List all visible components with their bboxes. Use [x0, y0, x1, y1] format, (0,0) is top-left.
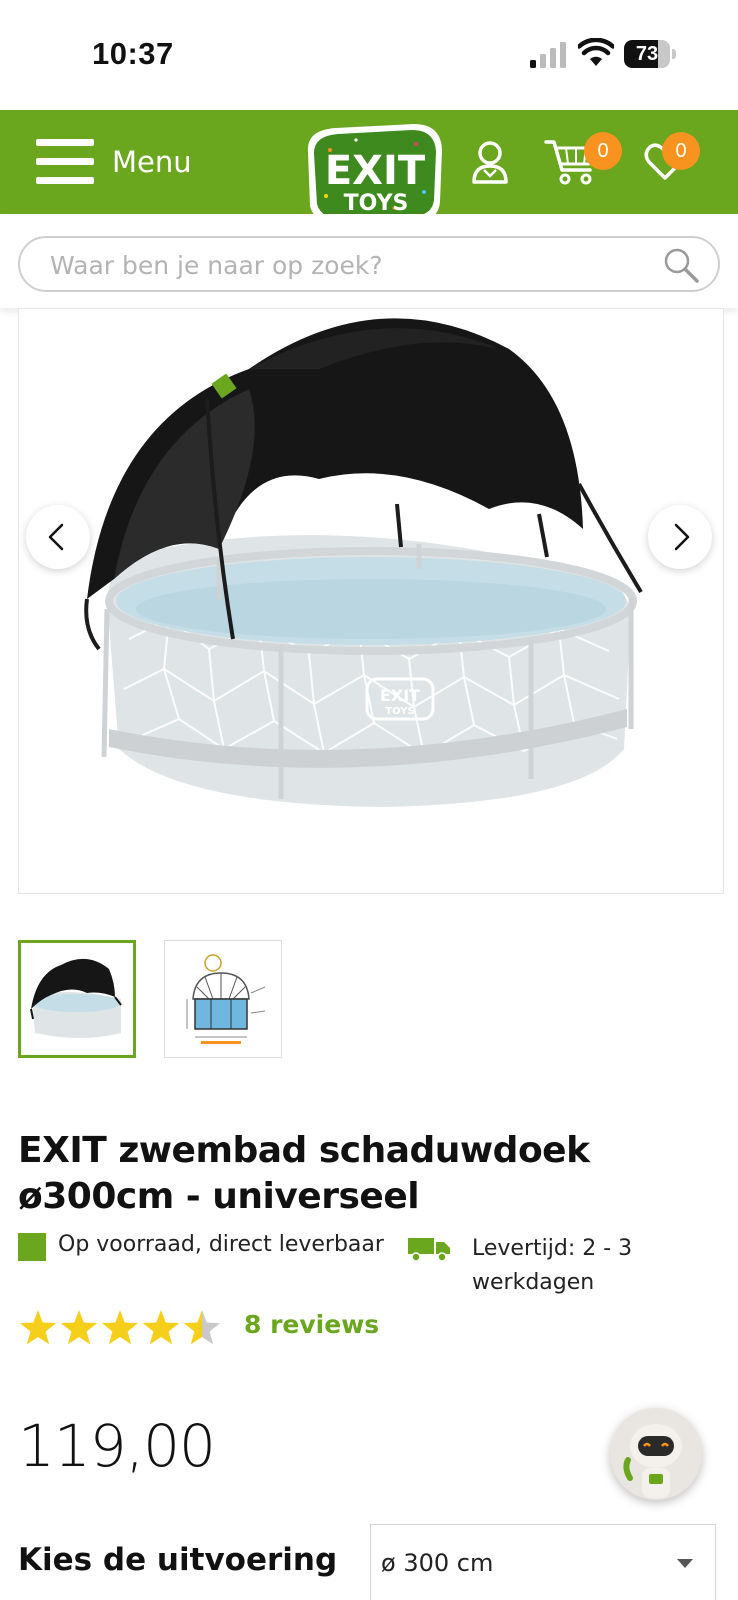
star-icon — [101, 1310, 139, 1345]
variant-select[interactable]: ø 300 cm — [370, 1524, 716, 1600]
chevron-right-icon — [674, 523, 690, 551]
stock-status: Op voorraad, direct leverbaar — [58, 1232, 384, 1257]
chevron-left-icon — [48, 523, 64, 551]
thumbnail-image — [186, 954, 266, 1044]
svg-text:TOYS: TOYS — [385, 706, 414, 717]
account-icon[interactable] — [470, 140, 510, 186]
site-header: Menu EXIT TOYS 0 0 — [0, 110, 738, 227]
search-icon[interactable] — [662, 246, 700, 284]
thumbnail-dimensions[interactable] — [164, 940, 282, 1058]
battery-icon: 73 — [624, 40, 676, 68]
menu-label: Menu — [112, 145, 192, 179]
star-icon — [60, 1310, 98, 1345]
battery-percentage: 73 — [635, 43, 659, 65]
stock-indicator-icon — [18, 1233, 46, 1261]
thumbnail-image — [30, 958, 122, 1038]
delivery-time: Levertijd: 2 - 3 werkdagen — [472, 1236, 633, 1295]
logo-exit-text: EXIT — [325, 148, 426, 194]
star-icon — [142, 1310, 180, 1345]
hamburger-icon — [36, 139, 94, 185]
search-bar — [0, 214, 738, 308]
wifi-icon — [578, 38, 614, 66]
rating-stars — [19, 1310, 221, 1345]
variant-selected-value: ø 300 cm — [381, 1549, 494, 1577]
svg-text:EXIT: EXIT — [380, 686, 420, 705]
pool-canopy-image: EXIT TOYS — [84, 318, 643, 807]
star-icon — [19, 1310, 57, 1345]
reviews-link[interactable]: 8 reviews — [244, 1310, 379, 1339]
cellular-signal-icon — [530, 42, 566, 68]
cart-count-badge: 0 — [584, 132, 622, 170]
gallery-next-button[interactable] — [648, 505, 712, 569]
menu-button[interactable]: Menu — [36, 136, 192, 188]
robot-assistant-icon — [623, 1424, 682, 1498]
search-input[interactable] — [50, 246, 650, 284]
status-time: 10:37 — [92, 36, 174, 71]
chevron-down-icon — [677, 1559, 693, 1568]
wishlist-count-badge: 0 — [662, 132, 700, 170]
thumbnail-pool-canopy[interactable] — [18, 940, 136, 1058]
search-box[interactable] — [18, 236, 720, 292]
gallery-prev-button[interactable] — [26, 505, 90, 569]
logo-toys-text: TOYS — [344, 191, 409, 216]
chatbot-button[interactable] — [610, 1408, 702, 1500]
delivery-truck-icon — [408, 1238, 450, 1262]
star-icon — [183, 1310, 221, 1345]
status-bar: 10:37 73 — [0, 0, 738, 110]
product-title: EXIT zwembad schaduwdoek ø300cm - univer… — [18, 1130, 590, 1217]
product-price: 119,00 — [18, 1412, 216, 1480]
product-main-image[interactable]: EXIT TOYS — [18, 308, 724, 894]
variant-label: Kies de uitvoering — [18, 1542, 338, 1578]
